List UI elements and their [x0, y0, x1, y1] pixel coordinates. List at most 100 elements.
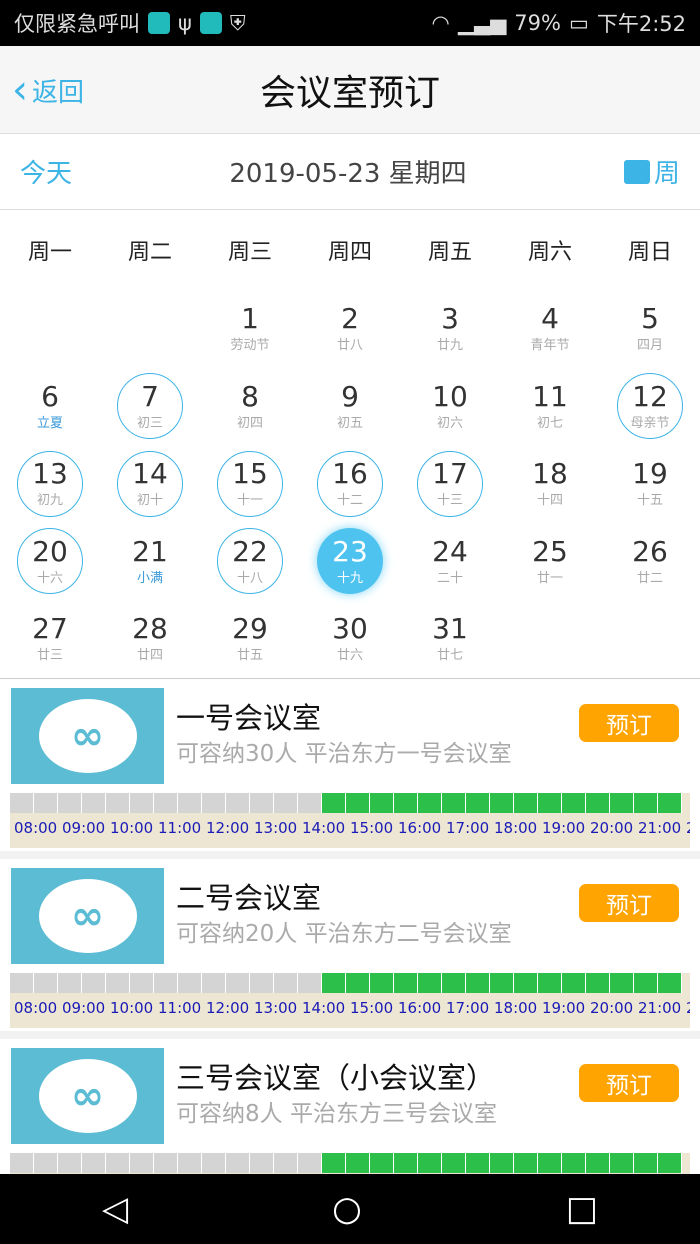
slot-busy[interactable]: [226, 973, 250, 993]
calendar-day[interactable]: 8 初四: [200, 368, 300, 446]
calendar-day[interactable]: 17 十三: [400, 445, 500, 523]
calendar-day[interactable]: 24 二十: [400, 523, 500, 601]
calendar-day[interactable]: 19 十五: [600, 445, 700, 523]
slot-busy[interactable]: [202, 973, 226, 993]
home-nav-icon[interactable]: ○: [332, 1189, 362, 1229]
slot-free[interactable]: [346, 1153, 370, 1173]
slot-busy[interactable]: [226, 793, 250, 813]
time-slots[interactable]: 08:0009:0010:0011:0012:0013:0014:0015:00…: [10, 973, 690, 1028]
slot-busy[interactable]: [10, 973, 34, 993]
book-button[interactable]: 预订: [579, 884, 679, 922]
slot-busy[interactable]: [154, 1153, 178, 1173]
slot-free[interactable]: [490, 973, 514, 993]
slot-busy[interactable]: [34, 973, 58, 993]
slot-free[interactable]: [562, 1153, 586, 1173]
slot-busy[interactable]: [298, 1153, 322, 1173]
calendar-day[interactable]: 3 廿九: [400, 290, 500, 368]
slot-free[interactable]: [418, 973, 442, 993]
slot-free[interactable]: [514, 973, 538, 993]
calendar-day[interactable]: 6 立夏: [0, 368, 100, 446]
slot-busy[interactable]: [178, 973, 202, 993]
calendar-day[interactable]: 23 十九: [300, 523, 400, 601]
calendar-day[interactable]: 28 廿四: [100, 600, 200, 678]
slot-busy[interactable]: [178, 1153, 202, 1173]
slot-free[interactable]: [322, 793, 346, 813]
slot-free[interactable]: [322, 973, 346, 993]
slot-busy[interactable]: [250, 973, 274, 993]
slot-busy[interactable]: [58, 973, 82, 993]
calendar-day[interactable]: 21 小满: [100, 523, 200, 601]
calendar-day[interactable]: 15 十一: [200, 445, 300, 523]
calendar-day[interactable]: 26 廿二: [600, 523, 700, 601]
today-button[interactable]: 今天: [20, 153, 72, 190]
slot-busy[interactable]: [274, 1153, 298, 1173]
slot-free[interactable]: [418, 793, 442, 813]
slot-free[interactable]: [538, 793, 562, 813]
slot-busy[interactable]: [82, 793, 106, 813]
back-nav-icon[interactable]: ◁: [102, 1189, 128, 1229]
calendar-day[interactable]: 30 廿六: [300, 600, 400, 678]
room-item[interactable]: ∞ 二号会议室 可容纳20人 平治东方二号会议室 预订 08:00 09:00 10:00 1…: [0, 859, 700, 1039]
slot-free[interactable]: [394, 793, 418, 813]
slot-free[interactable]: [610, 973, 634, 993]
calendar-day[interactable]: 20 十六: [0, 523, 100, 601]
slot-free[interactable]: [418, 1153, 442, 1173]
slot-free[interactable]: [370, 1153, 394, 1173]
slot-busy[interactable]: [10, 793, 34, 813]
book-button[interactable]: 预订: [579, 704, 679, 742]
slot-busy[interactable]: [58, 793, 82, 813]
slot-free[interactable]: [538, 1153, 562, 1173]
calendar-day[interactable]: 11 初七: [500, 368, 600, 446]
calendar-day[interactable]: 12 母亲节: [600, 368, 700, 446]
slot-free[interactable]: [658, 793, 682, 813]
slot-free[interactable]: [322, 1153, 346, 1173]
slot-free[interactable]: [634, 793, 658, 813]
time-slots[interactable]: 08:0009:0010:0011:0012:0013:0014:0015:00…: [10, 793, 690, 848]
slot-free[interactable]: [562, 973, 586, 993]
calendar-day[interactable]: 31 廿七: [400, 600, 500, 678]
slot-busy[interactable]: [106, 793, 130, 813]
slot-free[interactable]: [394, 973, 418, 993]
slot-busy[interactable]: [58, 1153, 82, 1173]
slot-busy[interactable]: [202, 793, 226, 813]
calendar-day[interactable]: 27 廿三: [0, 600, 100, 678]
calendar-day[interactable]: 9 初五: [300, 368, 400, 446]
slot-free[interactable]: [442, 973, 466, 993]
slot-busy[interactable]: [130, 793, 154, 813]
calendar-day[interactable]: 7 初三: [100, 368, 200, 446]
slot-free[interactable]: [490, 1153, 514, 1173]
back-button[interactable]: ‹ 返回: [12, 46, 84, 134]
slot-busy[interactable]: [274, 973, 298, 993]
calendar-day[interactable]: 25 廿一: [500, 523, 600, 601]
calendar-day[interactable]: 29 廿五: [200, 600, 300, 678]
calendar-day[interactable]: 13 初九: [0, 445, 100, 523]
slot-free[interactable]: [394, 1153, 418, 1173]
slot-busy[interactable]: [226, 1153, 250, 1173]
slot-busy[interactable]: [178, 793, 202, 813]
slot-busy[interactable]: [34, 1153, 58, 1173]
slot-busy[interactable]: [250, 793, 274, 813]
calendar-day[interactable]: 10 初六: [400, 368, 500, 446]
slot-free[interactable]: [466, 1153, 490, 1173]
slot-free[interactable]: [658, 973, 682, 993]
slot-busy[interactable]: [202, 1153, 226, 1173]
calendar-day[interactable]: 2 廿八: [300, 290, 400, 368]
calendar-day[interactable]: 16 十二: [300, 445, 400, 523]
calendar-day[interactable]: 22 十八: [200, 523, 300, 601]
slot-busy[interactable]: [154, 793, 178, 813]
slot-free[interactable]: [514, 793, 538, 813]
slot-free[interactable]: [586, 973, 610, 993]
slot-busy[interactable]: [130, 1153, 154, 1173]
slot-busy[interactable]: [154, 973, 178, 993]
slot-free[interactable]: [370, 973, 394, 993]
slot-free[interactable]: [610, 793, 634, 813]
week-view-button[interactable]: 周: [623, 153, 680, 190]
calendar-day[interactable]: 18 十四: [500, 445, 600, 523]
slot-busy[interactable]: [274, 793, 298, 813]
slot-free[interactable]: [634, 973, 658, 993]
slot-free[interactable]: [538, 973, 562, 993]
slot-free[interactable]: [442, 1153, 466, 1173]
slot-free[interactable]: [346, 793, 370, 813]
slot-free[interactable]: [658, 1153, 682, 1173]
calendar-day[interactable]: 4 青年节: [500, 290, 600, 368]
